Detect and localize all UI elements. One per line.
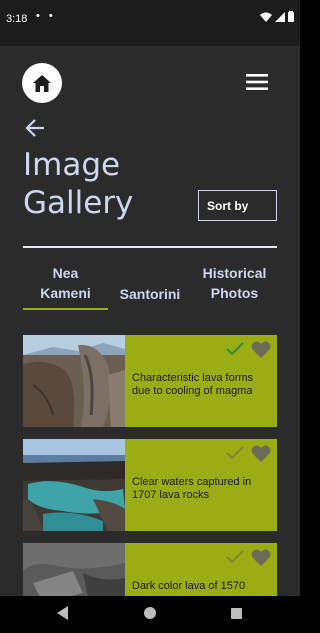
signal-icon bbox=[275, 11, 285, 22]
status-icons bbox=[260, 11, 294, 22]
page-title: Image Gallery bbox=[23, 147, 134, 221]
status-time: 3:18 bbox=[6, 13, 28, 25]
arrow-left-icon[interactable] bbox=[24, 118, 46, 138]
gallery-photo-clear-waters[interactable] bbox=[23, 439, 125, 531]
nav-back-icon[interactable] bbox=[57, 606, 69, 620]
tab-label-line1: Santorini bbox=[119, 286, 181, 302]
sort-by-button[interactable]: Sort by bbox=[198, 190, 277, 221]
nav-recents-icon[interactable] bbox=[231, 608, 242, 619]
gallery-card[interactable]: Characteristic lava forms due to cooling… bbox=[23, 335, 277, 427]
home-icon bbox=[33, 74, 51, 92]
heart-icon[interactable] bbox=[251, 548, 271, 567]
home-button[interactable] bbox=[22, 63, 62, 103]
status-bar: 3:18 • • bbox=[0, 0, 300, 46]
tab-label-line2: Photos bbox=[210, 285, 259, 301]
checkmark-icon[interactable] bbox=[226, 341, 244, 357]
heart-icon[interactable] bbox=[251, 340, 271, 359]
divider bbox=[23, 246, 277, 248]
wifi-icon bbox=[260, 12, 272, 22]
notification-dots: • • bbox=[36, 10, 56, 22]
gallery-caption: Dark color lava of 1570 bbox=[132, 580, 246, 592]
gallery-card[interactable]: Clear waters captured in 1707 lava rocks bbox=[23, 439, 277, 531]
tab-historical-photos[interactable]: Historical Photos bbox=[192, 263, 277, 303]
tab-label-line1: Nea bbox=[52, 265, 79, 281]
checkmark-icon[interactable] bbox=[226, 445, 244, 461]
hamburger-menu-icon[interactable] bbox=[245, 70, 269, 94]
tab-label-line1: Historical bbox=[202, 265, 267, 281]
tab-santorini[interactable]: Santorini bbox=[112, 284, 188, 304]
active-tab-indicator bbox=[23, 308, 108, 310]
gallery-caption: Characteristic lava forms due to cooling… bbox=[132, 372, 254, 397]
heart-icon[interactable] bbox=[251, 444, 271, 463]
gallery-caption: Clear waters captured in 1707 lava rocks bbox=[132, 476, 252, 501]
gallery-photo-lava-forms[interactable] bbox=[23, 335, 125, 427]
tab-nea-kameni[interactable]: Nea Kameni bbox=[23, 263, 108, 303]
checkmark-icon[interactable] bbox=[226, 549, 244, 565]
nav-home-icon[interactable] bbox=[144, 607, 156, 619]
app-screen: 3:18 • • Image Gallery Sort by Nea Kamen… bbox=[0, 0, 300, 633]
battery-icon bbox=[288, 11, 294, 22]
tab-label-line2: Kameni bbox=[40, 285, 91, 301]
